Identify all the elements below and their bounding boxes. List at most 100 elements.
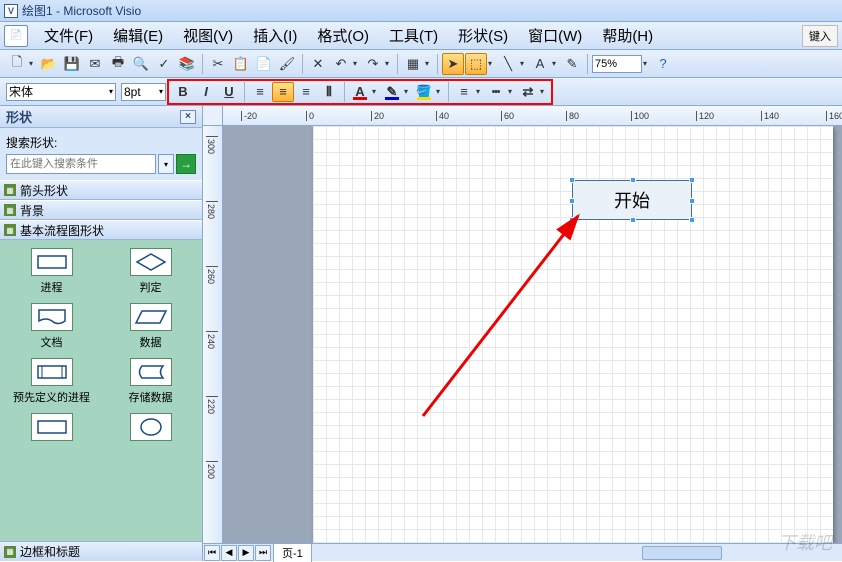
undo-dropdown[interactable]: ▾ [353, 59, 361, 68]
print-preview-button[interactable]: 🔍 [130, 53, 152, 75]
font-name-combo[interactable]: 宋体▾ [6, 83, 116, 101]
menu-window[interactable]: 窗口(W) [518, 22, 592, 49]
resize-handle-ne[interactable] [689, 177, 695, 183]
line-color-dropdown[interactable]: ▾ [404, 87, 412, 96]
line-weight-dropdown[interactable]: ▾ [476, 87, 484, 96]
resize-handle-nw[interactable] [569, 177, 575, 183]
menu-help[interactable]: 帮助(H) [592, 22, 663, 49]
shape-storage[interactable]: 存储数据 [103, 358, 198, 405]
line-ends-button[interactable]: ⇄ [517, 82, 539, 102]
new-dropdown[interactable]: ▾ [29, 59, 37, 68]
redo-button[interactable]: ↷ [362, 53, 384, 75]
pointer-tool-button[interactable]: ➤ [442, 53, 464, 75]
menu-insert[interactable]: 插入(I) [243, 22, 307, 49]
resize-handle-e[interactable] [689, 198, 695, 204]
connector-dropdown[interactable]: ▾ [488, 59, 496, 68]
new-button[interactable]: 🗋 [6, 53, 28, 75]
line-tool-button[interactable]: ╲ [497, 53, 519, 75]
format-painter-button[interactable]: 🖌 [276, 53, 298, 75]
shapes-window-button[interactable]: ▦ [402, 53, 424, 75]
paste-button[interactable]: 📄 [253, 53, 275, 75]
menu-file[interactable]: 文件(F) [34, 22, 103, 49]
search-go-button[interactable]: → [176, 154, 196, 174]
bold-button[interactable]: B [172, 82, 194, 102]
resize-handle-sw[interactable] [569, 217, 575, 223]
ink-button[interactable]: ✎ [561, 53, 583, 75]
stencil-borders[interactable]: ▦边框和标题 [0, 541, 202, 561]
page-tab-1[interactable]: 页-1 [273, 543, 312, 562]
close-panel-button[interactable]: × [180, 110, 196, 124]
menu-edit[interactable]: 编辑(E) [103, 22, 173, 49]
delete-button[interactable]: ✕ [307, 53, 329, 75]
underline-button[interactable]: U [218, 82, 240, 102]
resize-handle-s[interactable] [630, 217, 636, 223]
menu-shapes[interactable]: 形状(S) [448, 22, 518, 49]
align-left-button[interactable]: ≡ [249, 82, 271, 102]
search-dropdown[interactable]: ▾ [158, 154, 174, 174]
ruler-vertical[interactable]: 300 280 260 240 220 200 [203, 126, 223, 543]
fill-color-dropdown[interactable]: ▾ [436, 87, 444, 96]
save-button[interactable]: 💾 [61, 53, 83, 75]
nav-next-button[interactable]: ▶ [238, 545, 254, 561]
shape-document[interactable]: 文档 [4, 303, 99, 350]
fill-color-button[interactable]: 🪣 [413, 82, 435, 102]
cut-button[interactable]: ✂ [207, 53, 229, 75]
menu-format[interactable]: 格式(O) [307, 22, 379, 49]
text-dropdown[interactable]: ▾ [552, 59, 560, 68]
shape-rect2[interactable] [4, 413, 99, 444]
start-shape[interactable]: 开始 [572, 180, 692, 220]
spelling-button[interactable]: ✓ [153, 53, 175, 75]
type-question-box[interactable]: 键入 [802, 25, 838, 47]
line-dropdown[interactable]: ▾ [520, 59, 528, 68]
font-size-combo[interactable]: 8pt▾ [121, 83, 166, 101]
line-pattern-dropdown[interactable]: ▾ [508, 87, 516, 96]
font-color-button[interactable]: A [349, 82, 371, 102]
text-tool-button[interactable]: A [529, 53, 551, 75]
align-center-button[interactable]: ≡ [272, 82, 294, 102]
shapes-dropdown[interactable]: ▾ [425, 59, 433, 68]
connector-tool-button[interactable]: ⬚ [465, 53, 487, 75]
shape-predefined[interactable]: 预先定义的进程 [4, 358, 99, 405]
copy-button[interactable]: 📋 [230, 53, 252, 75]
nav-prev-button[interactable]: ◀ [221, 545, 237, 561]
zoom-dropdown[interactable]: ▾ [643, 59, 651, 68]
help-button[interactable]: ? [652, 53, 674, 75]
italic-button[interactable]: I [195, 82, 217, 102]
separator [587, 54, 588, 74]
hscroll-thumb[interactable] [642, 546, 722, 560]
nav-first-button[interactable]: ⏮ [204, 545, 220, 561]
print-button[interactable]: 🖶 [107, 53, 129, 75]
zoom-combo[interactable]: 75% [592, 55, 642, 73]
shape-decision[interactable]: 判定 [103, 248, 198, 295]
redo-dropdown[interactable]: ▾ [385, 59, 393, 68]
search-input[interactable] [6, 154, 156, 174]
menu-tools[interactable]: 工具(T) [379, 22, 448, 49]
font-color-dropdown[interactable]: ▾ [372, 87, 380, 96]
shape-data[interactable]: 数据 [103, 303, 198, 350]
undo-button[interactable]: ↶ [330, 53, 352, 75]
shape-circle[interactable] [103, 413, 198, 444]
email-button[interactable]: ✉ [84, 53, 106, 75]
resize-handle-n[interactable] [630, 177, 636, 183]
resize-handle-se[interactable] [689, 217, 695, 223]
ruler-horizontal[interactable]: -20 0 20 40 60 80 100 120 140 160 [223, 106, 842, 126]
menu-view[interactable]: 视图(V) [173, 22, 243, 49]
drawing-page[interactable]: 开始 [313, 126, 833, 543]
align-right-button[interactable]: ≡ [295, 82, 317, 102]
line-color-button[interactable]: ✎ [381, 82, 403, 102]
shape-process[interactable]: 进程 [4, 248, 99, 295]
shape-text: 开始 [614, 187, 650, 213]
office-button-icon[interactable]: 📄 [4, 25, 28, 47]
stencil-arrows[interactable]: ▦箭头形状 [0, 180, 202, 200]
canvas-viewport[interactable]: 开始 [223, 126, 842, 543]
line-pattern-button[interactable]: ┅ [485, 82, 507, 102]
line-weight-button[interactable]: ≡ [453, 82, 475, 102]
line-ends-dropdown[interactable]: ▾ [540, 87, 548, 96]
open-button[interactable]: 📂 [38, 53, 60, 75]
research-button[interactable]: 📚 [176, 53, 198, 75]
resize-handle-w[interactable] [569, 198, 575, 204]
nav-last-button[interactable]: ⏭ [255, 545, 271, 561]
stencil-backgrounds[interactable]: ▦背景 [0, 200, 202, 220]
stencil-flowchart[interactable]: ▦基本流程图形状 [0, 220, 202, 240]
distribute-button[interactable]: ⫴ [318, 82, 340, 102]
